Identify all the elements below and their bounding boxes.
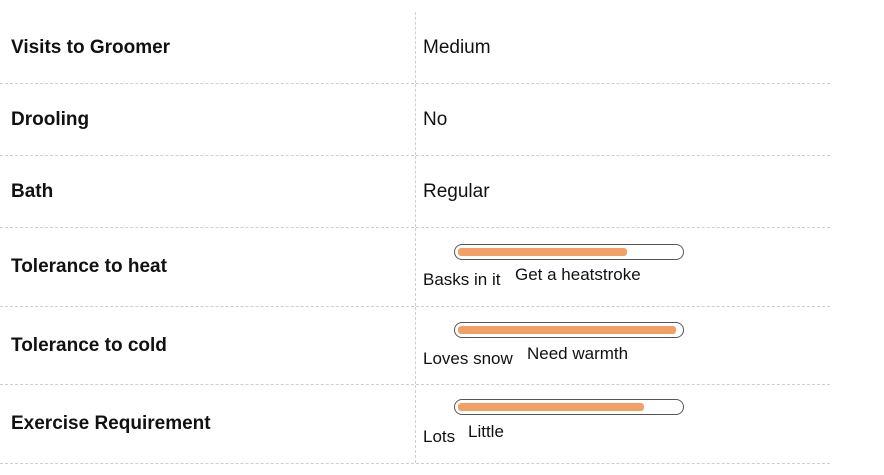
trait-meter-cell: Loves snow Need warmth xyxy=(416,307,830,384)
meter-low-label: Basks in it xyxy=(423,270,501,289)
trait-value: Medium xyxy=(423,36,491,58)
table-row: Tolerance to heat Basks in it Get a heat… xyxy=(0,228,830,307)
meter-fill xyxy=(458,326,676,334)
trait-label: Visits to Groomer xyxy=(0,12,416,83)
trait-meter: Basks in it Get a heatstroke xyxy=(416,228,830,306)
meter-low-label: Loves snow xyxy=(423,349,513,368)
meter-track xyxy=(454,322,684,338)
trait-label: Tolerance to heat xyxy=(0,228,416,306)
breed-traits-table: Visits to Groomer Medium Drooling No Bat… xyxy=(0,12,830,464)
meter-fill xyxy=(458,248,627,256)
table-row: Exercise Requirement Lots Little xyxy=(0,385,830,464)
meter-high-label: Little xyxy=(468,422,504,441)
meter-high-label: Need warmth xyxy=(527,344,629,363)
trait-label: Bath xyxy=(0,156,416,227)
trait-label: Exercise Requirement xyxy=(0,385,416,463)
meter-fill xyxy=(458,403,644,411)
table-row: Visits to Groomer Medium xyxy=(0,12,830,84)
trait-meter-cell: Lots Little xyxy=(416,385,830,463)
table-row: Tolerance to cold Loves snow Need warmth xyxy=(0,307,830,385)
trait-meter: Lots Little xyxy=(416,385,830,463)
trait-label: Drooling xyxy=(0,84,416,155)
trait-meter-cell: Basks in it Get a heatstroke xyxy=(416,228,830,306)
trait-value: Regular xyxy=(423,180,490,202)
meter-low-label: Lots xyxy=(423,427,456,446)
trait-label: Tolerance to cold xyxy=(0,307,416,384)
table-row: Bath Regular xyxy=(0,156,830,228)
meter-track xyxy=(454,244,684,260)
meter-track xyxy=(454,399,684,415)
table-row: Drooling No xyxy=(0,84,830,156)
meter-high-label: Get a heatstroke xyxy=(515,265,641,284)
trait-meter: Loves snow Need warmth xyxy=(416,307,830,384)
trait-value: No xyxy=(423,108,448,130)
